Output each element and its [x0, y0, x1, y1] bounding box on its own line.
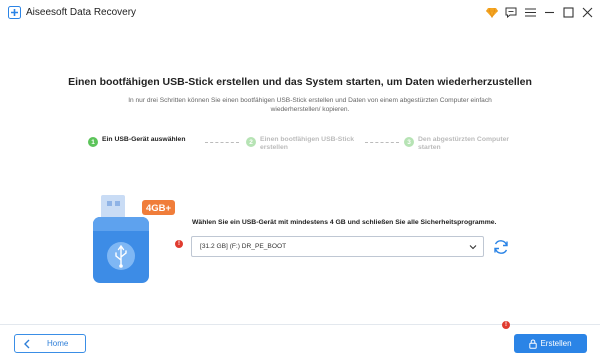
create-warning-badge: !: [502, 321, 510, 329]
app-logo-icon: [8, 6, 21, 19]
menu-icon[interactable]: [523, 4, 537, 20]
step-1: 1 Ein USB-Gerät auswählen: [88, 136, 202, 147]
page-title: Einen bootfähigen USB-Stick erstellen un…: [68, 76, 532, 88]
step-divider: [205, 142, 239, 143]
lock-icon: [529, 339, 538, 349]
step-2-label: Einen bootfähigen USB-Stick erstellen: [260, 136, 355, 151]
step-3-label: Den abgestürzten Computer starten: [418, 136, 510, 151]
chevron-left-icon: [23, 339, 37, 349]
step-divider: [365, 142, 399, 143]
usb-device-select[interactable]: [31.2 GB] (F:) DR_PE_BOOT: [191, 236, 484, 257]
minimize-icon[interactable]: [542, 4, 556, 20]
home-button[interactable]: Home: [14, 334, 86, 353]
diamond-icon[interactable]: [485, 4, 499, 20]
app-title: Aiseesoft Data Recovery: [26, 7, 137, 18]
device-instruction: Wählen Sie ein USB-Gerät mit mindestens …: [192, 219, 497, 226]
footer-divider: [0, 324, 600, 325]
chevron-down-icon: [469, 243, 477, 251]
create-button[interactable]: Erstellen: [514, 334, 587, 353]
usb-device-select-value: [31.2 GB] (F:) DR_PE_BOOT: [200, 243, 287, 250]
window-controls: [485, 4, 594, 20]
refresh-button[interactable]: [491, 237, 511, 257]
step-1-number: 1: [88, 137, 98, 147]
home-button-label: Home: [47, 339, 69, 348]
feedback-icon[interactable]: [504, 4, 518, 20]
device-warning-badge: !: [175, 240, 183, 248]
step-3: 3 Den abgestürzten Computer starten: [404, 136, 528, 152]
page-subtitle: In nur drei Schritten können Sie einen b…: [128, 97, 492, 113]
step-indicator: 1 Ein USB-Gerät auswählen 2 Einen bootfä…: [0, 136, 600, 158]
maximize-icon[interactable]: [561, 4, 575, 20]
create-button-label: Erstellen: [540, 339, 572, 348]
step-3-number: 3: [404, 137, 414, 147]
capacity-badge-label: 4GB+: [146, 203, 172, 214]
usb-drive-illustration: 4GB+: [85, 190, 185, 290]
step-2-number: 2: [246, 137, 256, 147]
close-icon[interactable]: [580, 4, 594, 20]
title-bar: Aiseesoft Data Recovery: [0, 0, 600, 26]
step-2: 2 Einen bootfähigen USB-Stick erstellen: [246, 136, 364, 152]
refresh-icon: [494, 240, 508, 254]
step-1-label: Ein USB-Gerät auswählen: [102, 136, 186, 143]
